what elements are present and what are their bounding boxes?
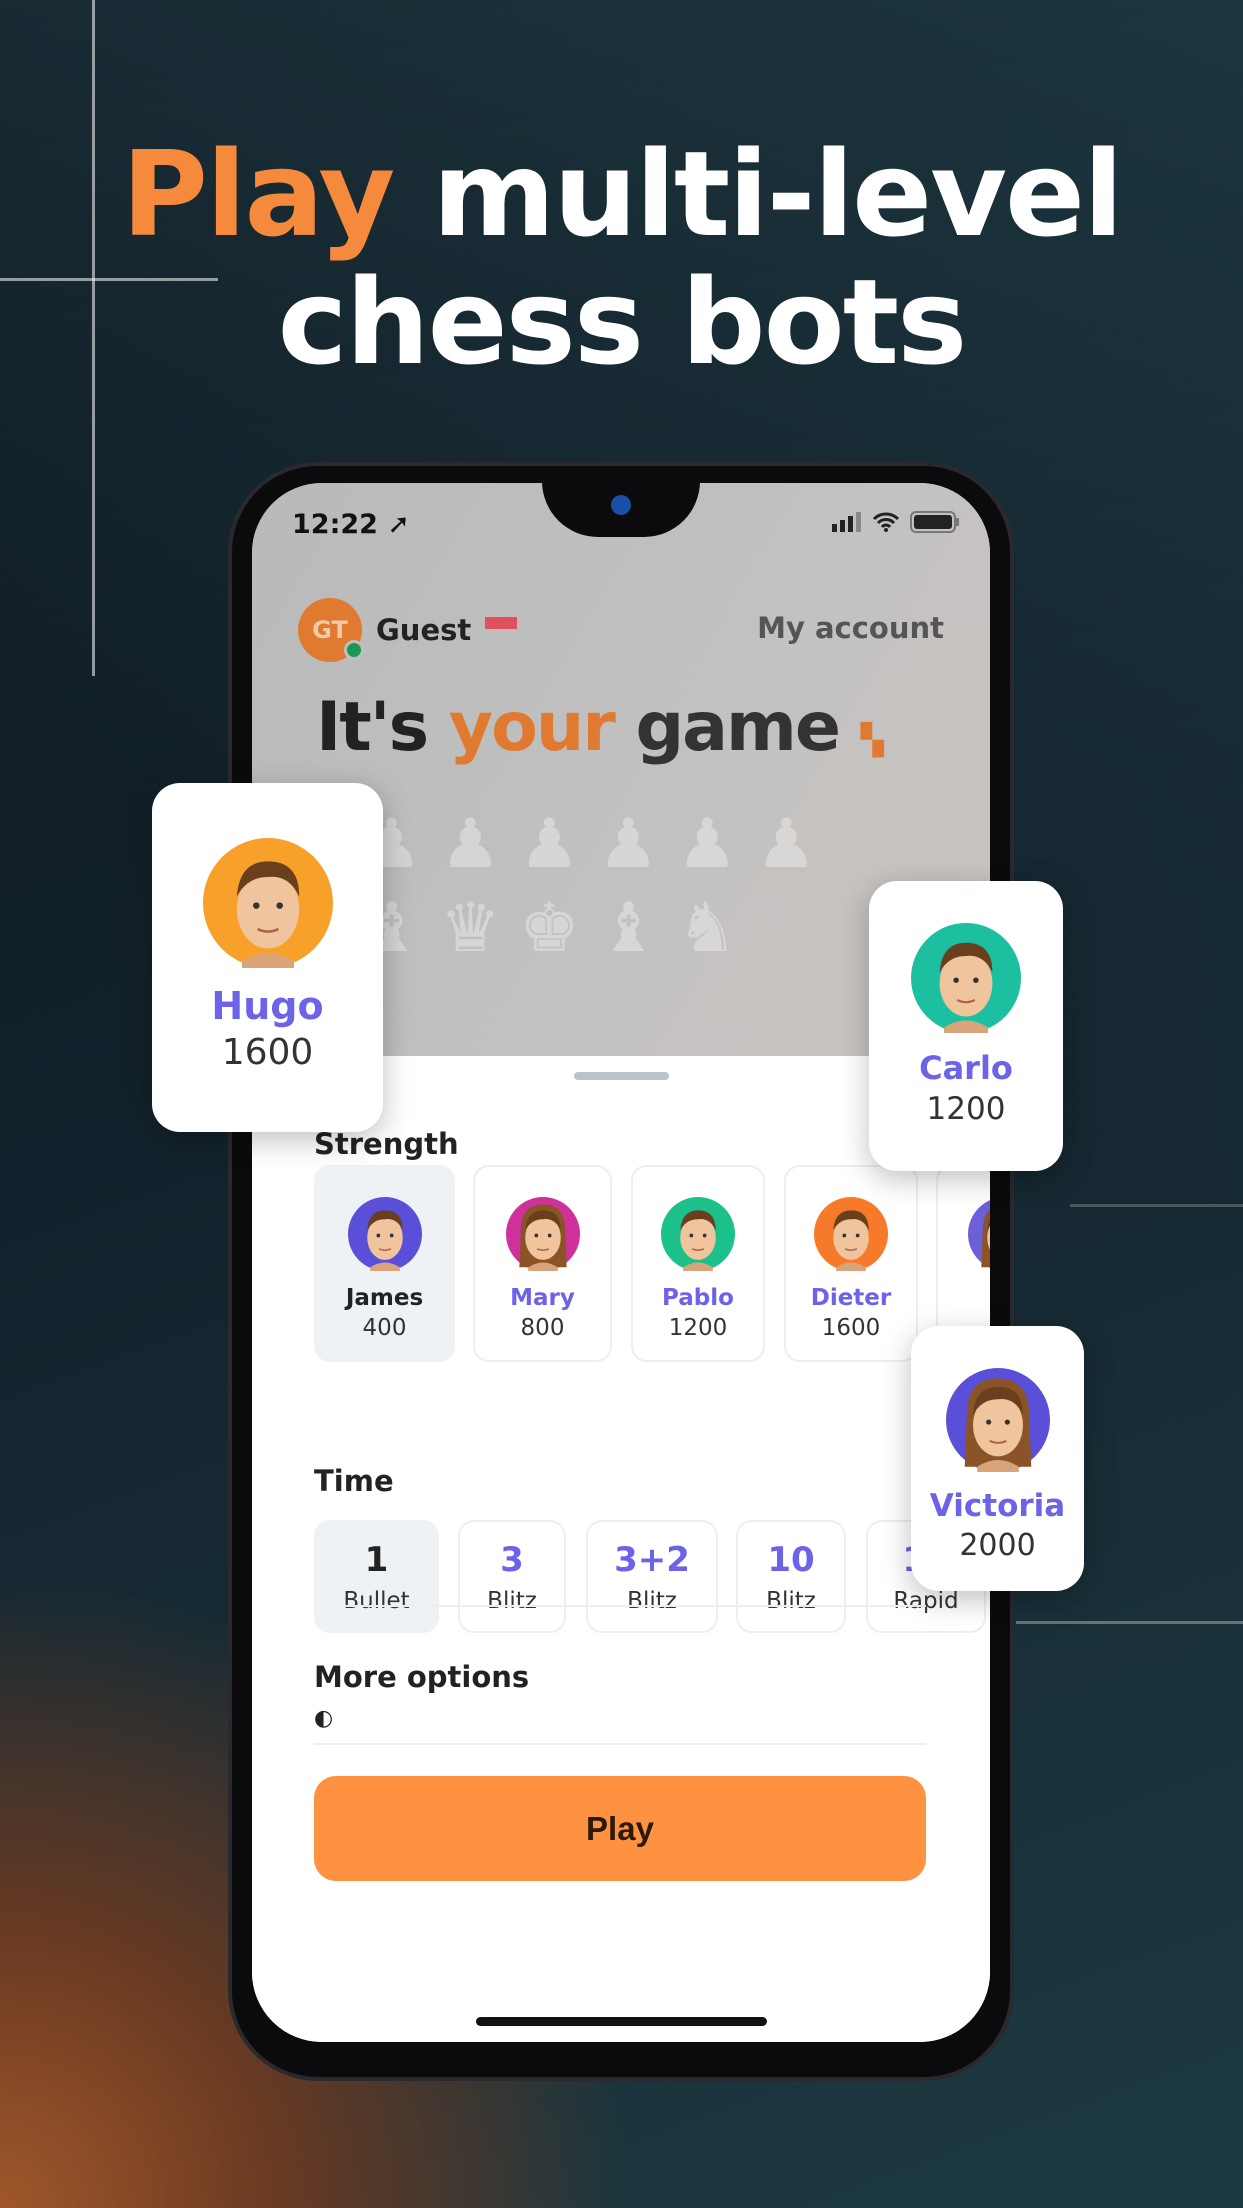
bot-card-pablo[interactable]: Pablo 1200 [631, 1165, 765, 1362]
featured-bot-hugo[interactable]: Hugo 1600 [152, 783, 383, 1132]
play-button[interactable]: Play [314, 1776, 926, 1881]
online-status-dot [344, 640, 364, 660]
location-arrow-icon: ➚ [387, 509, 410, 540]
time-label: Bullet [343, 1588, 410, 1614]
more-options-title[interactable]: More options [314, 1660, 529, 1694]
my-account-link[interactable]: My account [757, 611, 944, 645]
avatar: GT [298, 598, 364, 662]
flag-icon [485, 617, 518, 629]
bot-avatar [347, 1197, 422, 1271]
headline: Play multi-level chess bots [0, 130, 1243, 386]
bot-card-mary[interactable]: Mary 800 [473, 1165, 612, 1362]
bot-rating: 400 [362, 1315, 407, 1341]
bot-rating: 800 [520, 1315, 565, 1341]
time-label: Blitz [487, 1588, 537, 1614]
home-indicator [476, 2017, 767, 2026]
status-time-text: 12:22 [292, 509, 378, 540]
featured-bot-carlo[interactable]: Carlo 1200 [869, 881, 1063, 1171]
bot-name: Mary [510, 1285, 575, 1311]
phone-screen: 12:22 ➚ GT Guest My account It's your ga… [252, 483, 990, 2042]
camera [611, 495, 631, 515]
time-value: 10 [767, 1540, 815, 1580]
signal-icon [832, 512, 861, 532]
bot-name: Victoria [929, 1488, 1066, 1524]
bot-avatar [202, 838, 333, 968]
pawn-row: ♟♟♟♟♟♟♟ [282, 805, 835, 884]
decorative-line [1016, 1621, 1243, 1624]
bottom-sheet: Strength James 400 Mary 800 Pablo 1200 D… [252, 1056, 990, 2042]
bot-rating: 1600 [821, 1315, 881, 1341]
time-option-10[interactable]: 10 Blitz [736, 1520, 846, 1633]
time-option-1[interactable]: 1 Bullet [314, 1520, 439, 1633]
tagline-part1: It's [316, 688, 449, 767]
tagline: It's your game ▚ [316, 688, 884, 767]
bot-avatar [661, 1197, 735, 1271]
divider [314, 1743, 926, 1745]
bot-name: Hugo [211, 984, 324, 1028]
headline-line1: multi-level [393, 125, 1123, 263]
time-title: Time [314, 1464, 394, 1498]
bot-avatar [505, 1197, 580, 1271]
time-value: 3+2 [614, 1540, 690, 1580]
bot-name: Dieter [810, 1285, 892, 1311]
username: Guest [376, 613, 472, 647]
time-label: Rapid [893, 1588, 959, 1614]
time-value: 1 [364, 1540, 389, 1580]
bot-rating: 1600 [221, 1032, 314, 1073]
wifi-icon [872, 512, 900, 532]
bot-avatar [945, 1368, 1050, 1472]
strength-title: Strength [314, 1127, 459, 1161]
headline-accent: Play [121, 125, 395, 263]
time-label: Blitz [766, 1588, 816, 1614]
decorative-line [1070, 1204, 1243, 1207]
user-profile[interactable]: GT Guest [298, 598, 518, 662]
time-option-3[interactable]: 3 Blitz [458, 1520, 566, 1633]
bot-avatar [968, 1197, 990, 1271]
time-label: Blitz [627, 1588, 677, 1614]
status-time: 12:22 ➚ [292, 509, 410, 540]
battery-icon [910, 511, 959, 533]
bot-rating: 2000 [959, 1528, 1036, 1563]
bot-name: Carlo [919, 1049, 1013, 1087]
half-circle-icon[interactable]: ◐ [314, 1706, 333, 1731]
sheet-drag-handle[interactable] [574, 1072, 669, 1080]
bot-avatar [911, 923, 1021, 1033]
bot-name: Pablo [662, 1285, 734, 1311]
bot-rating: 1200 [926, 1091, 1006, 1127]
time-option-3+2[interactable]: 3+2 Blitz [586, 1520, 718, 1633]
tagline-part2: your [448, 688, 616, 767]
bot-avatar [814, 1197, 888, 1271]
tagline-part3: game [613, 688, 841, 767]
headline-line2: chess bots [277, 253, 968, 391]
avatar-initials: GT [312, 616, 348, 644]
bot-rating: 1200 [668, 1315, 728, 1341]
featured-bot-victoria[interactable]: Victoria 2000 [911, 1326, 1084, 1591]
bot-card-james[interactable]: James 400 [314, 1165, 455, 1362]
time-value: 3 [500, 1540, 524, 1580]
bot-card-dieter[interactable]: Dieter 1600 [784, 1165, 918, 1362]
divider [314, 1605, 926, 1607]
status-icons [832, 511, 960, 533]
bot-name: James [345, 1285, 424, 1311]
checker-icon: ▚ [860, 723, 884, 758]
